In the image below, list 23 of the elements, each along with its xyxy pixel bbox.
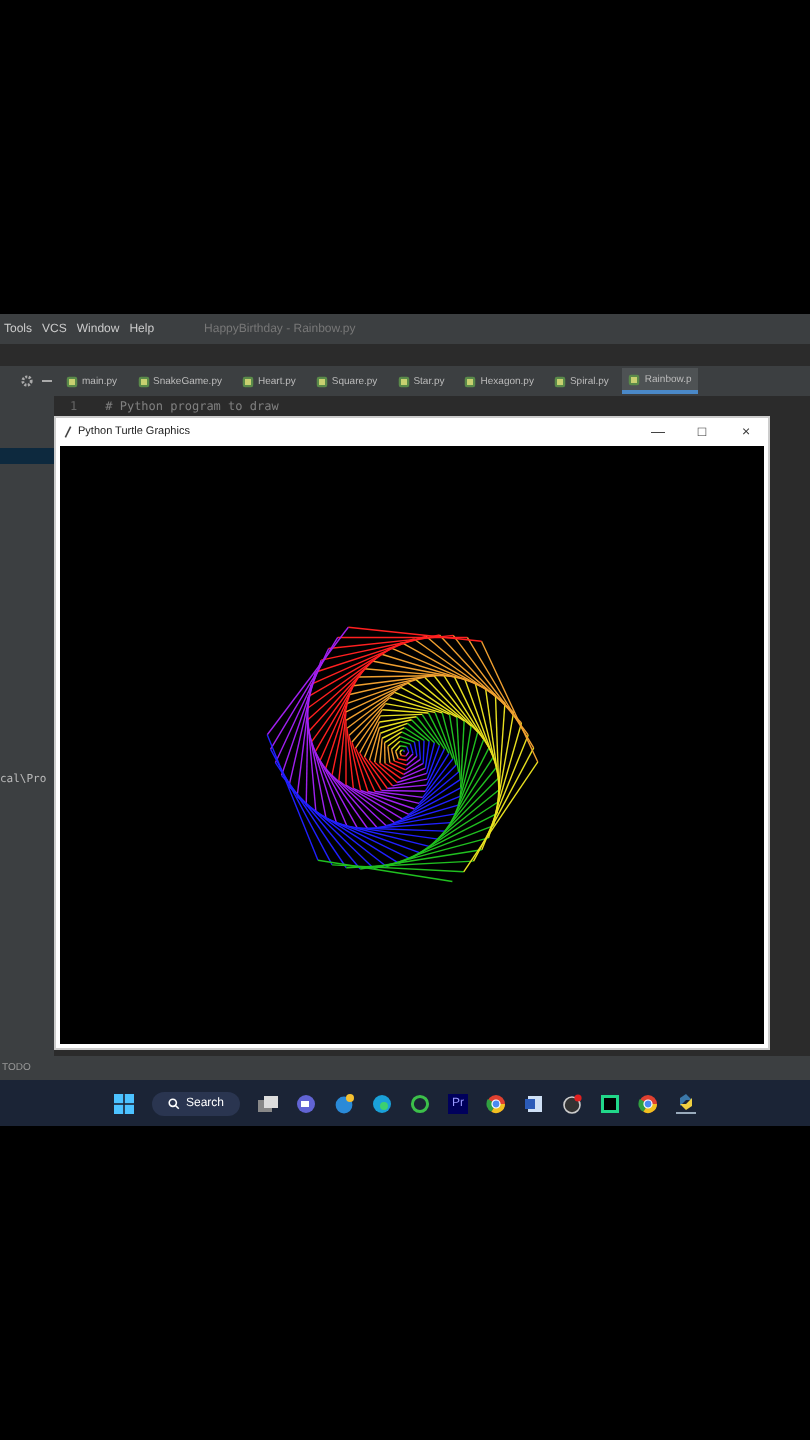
task-view-icon[interactable] bbox=[258, 1093, 278, 1113]
file-icon bbox=[628, 373, 641, 385]
windows-start-icon[interactable] bbox=[113, 1093, 134, 1113]
settings-icon[interactable] bbox=[20, 374, 34, 388]
file-icon bbox=[241, 375, 254, 387]
file-icon bbox=[315, 375, 328, 387]
file-icon bbox=[553, 375, 566, 387]
file-icon bbox=[66, 375, 78, 387]
ide-app-icon[interactable] bbox=[600, 1093, 620, 1113]
ring-icon[interactable] bbox=[410, 1093, 430, 1113]
swirl-browser-icon[interactable] bbox=[372, 1093, 392, 1113]
aperture-icon[interactable] bbox=[562, 1093, 582, 1113]
feather-icon bbox=[64, 426, 72, 438]
file-icon bbox=[397, 375, 410, 387]
python-app-icon[interactable] bbox=[676, 1092, 696, 1114]
circle-logo-icon[interactable] bbox=[486, 1093, 506, 1113]
globe-icon[interactable] bbox=[334, 1093, 354, 1113]
document-icon[interactable] bbox=[524, 1093, 544, 1113]
file-icon bbox=[137, 375, 150, 387]
file-icon bbox=[464, 375, 477, 387]
search-icon bbox=[167, 1097, 180, 1109]
video-chat-icon[interactable] bbox=[296, 1093, 316, 1113]
circle-logo-icon[interactable] bbox=[638, 1093, 658, 1113]
